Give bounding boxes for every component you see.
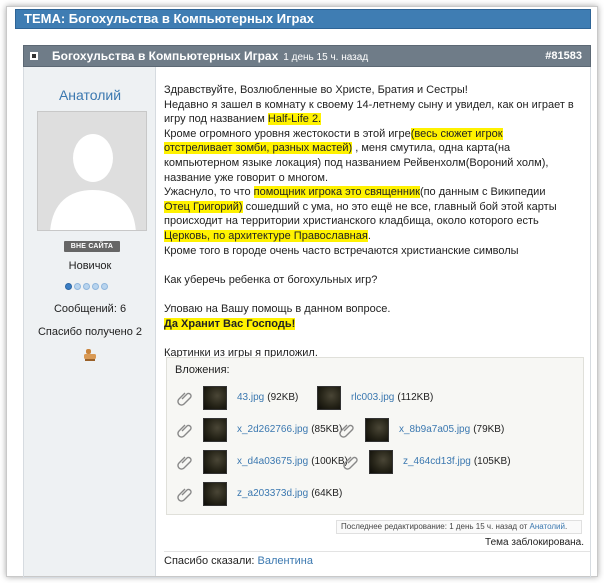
post-time: 1 день 15 ч. назад [283, 52, 369, 63]
rank-dot [101, 283, 108, 290]
attachment-thumbnail[interactable] [369, 450, 393, 474]
topic-locked-notice: Тема заблокирована. [485, 537, 584, 548]
attachment-thumbnail[interactable] [203, 418, 227, 442]
forum-post-frame: ТЕМА: Богохульства в Компьютерных Играх … [6, 6, 598, 578]
message-count: Сообщений: 6 [53, 303, 127, 315]
attachment-link[interactable]: x_2d262766.jpg [237, 424, 308, 435]
message-line: Отец Григорий) сошедший с ума, но это ещ… [164, 200, 557, 213]
highlight-game-name: Half-Life 2. [267, 113, 322, 126]
attachment-thumbnail[interactable] [317, 386, 341, 410]
rank-dot-filled [65, 283, 72, 290]
attachment-thumbnail[interactable] [203, 386, 227, 410]
attachment-size: (85KB) [311, 424, 343, 435]
post-marker-icon [30, 52, 38, 60]
post-body: Анатолий ВНЕ САЙТА Новичок Сообщений: 6 … [23, 67, 591, 578]
message-line: Недавно я зашел в комнату к своему 14-ле… [164, 98, 574, 111]
message-line: Ужаснуло, то что помощник игрока это свя… [164, 186, 546, 199]
divider [164, 551, 590, 552]
thanks-label: Спасибо сказали: [164, 555, 255, 567]
attachment-link[interactable]: z_464cd13f.jpg [403, 456, 471, 467]
rank-dot [83, 283, 90, 290]
last-edit-note: Последнее редактирование: 1 день 15 ч. н… [336, 520, 582, 534]
attachment-size: (79KB) [473, 424, 505, 435]
post-title-text: Богохульства в Компьютерных Играх [52, 49, 279, 63]
message-line: Кроме того в городе очень часто встречаю… [164, 244, 519, 257]
message-line: название уже говорит о многом. [164, 171, 329, 184]
post-header: Богохульства в Компьютерных Играх 1 день … [23, 45, 591, 67]
attachment-size: (112KB) [397, 392, 434, 403]
topic-title: ТЕМА: Богохульства в Компьютерных Играх [24, 11, 314, 26]
attachment-thumbnail[interactable] [203, 450, 227, 474]
message-line: Здравствуйте, Возлюбленные во Христе, Бр… [164, 84, 468, 96]
avatar[interactable] [37, 111, 147, 231]
attachment-thumbnail[interactable] [203, 482, 227, 506]
attachment-link[interactable]: z_a203373d.jpg [237, 488, 308, 499]
highlight: Отец Григорий) [164, 200, 243, 213]
highlight: Церковь, по архитектуре Православная [164, 229, 368, 242]
highlight: помощник игрока это священник [253, 186, 420, 199]
message-line: Как уберечь ребенка от богохульных игр? [164, 273, 378, 286]
thanks-line: Спасибо сказали: Валентина [164, 555, 313, 567]
default-avatar-icon [38, 112, 146, 230]
attachment-thumbnail[interactable] [365, 418, 389, 442]
highlight: (весь сюжет игрок [410, 127, 503, 140]
paperclip-icon [177, 392, 192, 406]
message-line: Церковь, по архитектуре Православная. [164, 229, 371, 242]
attachment-size: (64KB) [311, 488, 343, 499]
post-title[interactable]: Богохульства в Компьютерных Играх 1 день … [52, 46, 368, 68]
post-number-link[interactable]: #81583 [545, 46, 582, 66]
message-line-bold: Да Хранит Вас Господь! [164, 317, 296, 330]
edit-user-link[interactable]: Анатолий [530, 522, 565, 531]
paperclip-icon [343, 456, 358, 470]
highlight: отстреливает зомби, разных мастей) [164, 142, 353, 155]
attachments-box: Вложения: 43.jpg (92KB) rlc003.jpg (112KB)… [166, 357, 584, 515]
attachment-link[interactable]: x_d4a03675.jpg [237, 456, 308, 467]
paperclip-icon [177, 456, 192, 470]
paperclip-icon [177, 488, 192, 502]
attachment-link[interactable]: 43.jpg [237, 392, 264, 403]
online-status-badge: ВНЕ САЙТА [64, 241, 120, 252]
attachment-size: (92KB) [267, 392, 299, 403]
message-line: Кроме огромного уровня жестокости в этой… [164, 127, 503, 140]
attachments-title: Вложения: [175, 364, 230, 376]
rank-dots [65, 281, 110, 290]
topic-title-bar: ТЕМА: Богохульства в Компьютерных Играх [15, 9, 591, 29]
rank-dot [74, 283, 81, 290]
message-line: происходит на территории христианского к… [164, 215, 539, 228]
user-rank: Новичок [68, 260, 112, 272]
message-line: Уповаю на Вашу помощь в данном вопросе. [164, 302, 391, 315]
attachment-size: (105KB) [473, 456, 511, 467]
message-line: отстреливает зомби, разных мастей) , мен… [164, 142, 511, 155]
paperclip-icon [339, 424, 354, 438]
username-link[interactable]: Анатолий [24, 87, 156, 103]
reputation-icon [84, 349, 96, 361]
user-profile-column: Анатолий ВНЕ САЙТА Новичок Сообщений: 6 … [24, 67, 156, 576]
attachment-link[interactable]: x_8b9a7a05.jpg [399, 424, 470, 435]
message-line: компьютерном языке локация) под название… [164, 156, 549, 169]
thanks-user-link[interactable]: Валентина [258, 555, 313, 567]
attachment-link[interactable]: rlc003.jpg [351, 392, 394, 403]
message-text: Здравствуйте, Возлюбленные во Христе, Бр… [164, 83, 580, 360]
message-line: игру под названием Half-Life 2. [164, 113, 322, 126]
rank-dot [92, 283, 99, 290]
thanks-received: Спасибо получено 2 [37, 326, 143, 338]
paperclip-icon [177, 424, 192, 438]
